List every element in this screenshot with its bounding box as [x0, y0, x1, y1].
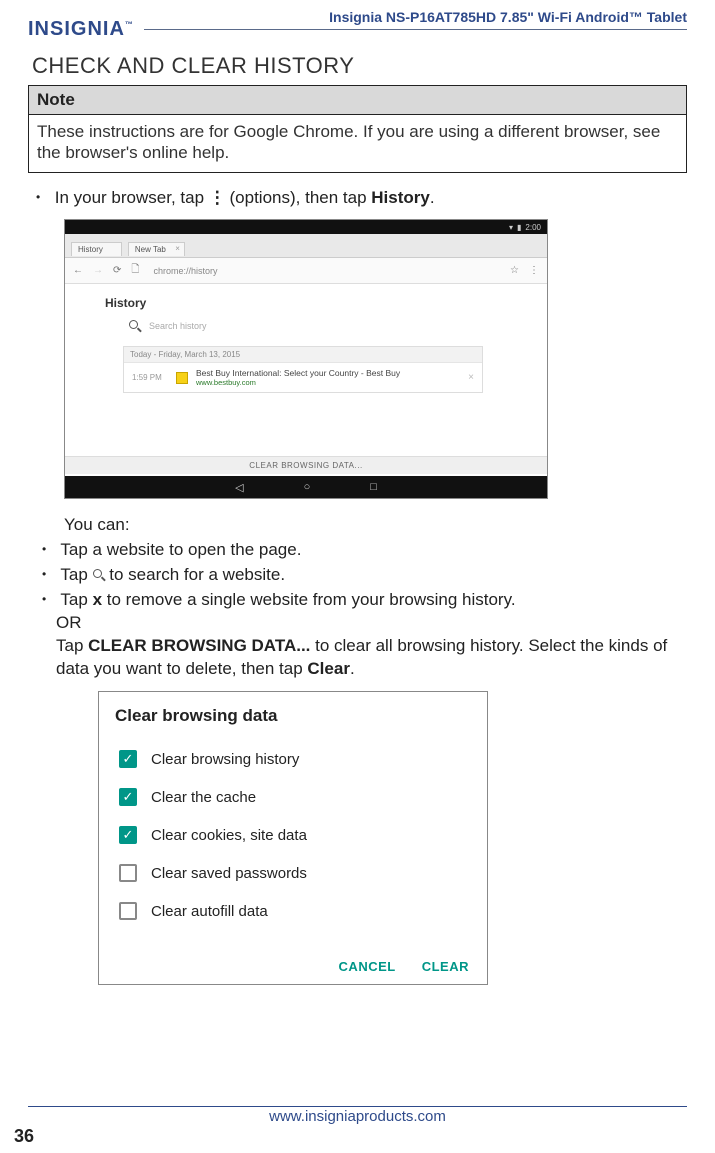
status-time: 2:00: [525, 223, 541, 232]
sub2-pre: Tap: [60, 565, 92, 584]
header-rule: Insignia NS-P16AT785HD 7.85" Wi-Fi Andro…: [144, 29, 687, 30]
checkbox-unchecked-icon[interactable]: [119, 902, 137, 920]
page-icon: 🗋: [131, 262, 139, 279]
sub2-post: to search for a website.: [105, 565, 285, 584]
list-item: Tap a website to open the page.: [56, 539, 687, 562]
sub3-x: x: [93, 590, 102, 609]
checkbox-label: Clear autofill data: [151, 903, 268, 920]
history-heading: History: [105, 296, 547, 310]
checkbox-label: Clear browsing history: [151, 751, 299, 768]
sub3-bold: CLEAR BROWSING DATA...: [88, 636, 310, 655]
tab-2-label: New Tab: [135, 245, 166, 254]
note-body: These instructions are for Google Chrome…: [29, 115, 686, 172]
browser-tab-bar: History New Tab ×: [65, 234, 547, 258]
logo-text: INSIGNIA: [28, 18, 125, 40]
step1-end: .: [430, 188, 435, 207]
checkbox-row-passwords[interactable]: Clear saved passwords: [115, 854, 471, 892]
checkbox-unchecked-icon[interactable]: [119, 864, 137, 882]
dialog-title: Clear browsing data: [115, 706, 471, 726]
checkbox-row-autofill[interactable]: Clear autofill data: [115, 892, 471, 930]
browser-tab[interactable]: New Tab ×: [128, 242, 185, 256]
browser-tab[interactable]: History: [71, 242, 122, 256]
sub3-clear: Clear: [307, 659, 350, 678]
cancel-button[interactable]: CANCEL: [339, 959, 396, 974]
logo-tm: ™: [125, 20, 134, 29]
sub3-pre: Tap: [60, 590, 92, 609]
search-icon: [93, 569, 105, 581]
step-item: In your browser, tap ⋮ (options), then t…: [50, 187, 687, 210]
footer-url: www.insigniaproducts.com: [0, 1108, 715, 1125]
wifi-icon: ▾: [509, 223, 513, 232]
android-nav-bar: ◁ ○ □: [65, 476, 547, 498]
brand-logo: INSIGNIA™: [28, 18, 134, 41]
step-list: In your browser, tap ⋮ (options), then t…: [28, 187, 687, 210]
sub3-l2-pre: Tap: [56, 636, 88, 655]
checkbox-row-cache[interactable]: ✓ Clear the cache: [115, 778, 471, 816]
clear-browsing-data-button[interactable]: CLEAR BROWSING DATA...: [65, 456, 547, 474]
history-content: History Search history Today - Friday, M…: [65, 284, 547, 393]
checkbox-label: Clear saved passwords: [151, 865, 307, 882]
step1-pre: In your browser, tap: [55, 188, 204, 207]
dialog-actions: CANCEL CLEAR: [339, 959, 469, 974]
android-status-bar: ▾ ▮ 2:00: [65, 220, 547, 234]
list-item: Tap x to remove a single website from yo…: [56, 589, 687, 681]
options-list: Tap a website to open the page. Tap to s…: [28, 539, 687, 681]
history-screenshot: ▾ ▮ 2:00 History New Tab × ← → ⟳ 🗋 chrom…: [64, 219, 548, 499]
section-title: CHECK AND CLEAR HISTORY: [32, 53, 687, 79]
entry-time: 1:59 PM: [132, 373, 168, 382]
checkbox-checked-icon[interactable]: ✓: [119, 826, 137, 844]
clear-dialog-screenshot: Clear browsing data ✓ Clear browsing his…: [98, 691, 488, 985]
sub3-mid: to remove a single website from your bro…: [102, 590, 516, 609]
history-group: Today - Friday, March 13, 2015 1:59 PM B…: [123, 346, 483, 393]
history-entry[interactable]: 1:59 PM Best Buy International: Select y…: [124, 363, 482, 392]
entry-title: Best Buy International: Select your Coun…: [196, 368, 400, 378]
footer-rule: [28, 1106, 687, 1107]
history-search-row[interactable]: Search history: [129, 320, 547, 332]
entry-remove-icon[interactable]: ×: [468, 372, 474, 383]
checkbox-checked-icon[interactable]: ✓: [119, 750, 137, 768]
entry-subtitle: www.bestbuy.com: [196, 378, 400, 387]
clear-button[interactable]: CLEAR: [422, 959, 469, 974]
checkbox-label: Clear the cache: [151, 789, 256, 806]
document-title: Insignia NS-P16AT785HD 7.85" Wi-Fi Andro…: [329, 9, 687, 25]
url-bar[interactable]: chrome://history: [149, 266, 500, 276]
step1-mid: (options), then tap: [225, 188, 371, 207]
tab-close-icon[interactable]: ×: [175, 244, 180, 253]
page-number: 36: [14, 1126, 34, 1147]
history-search-placeholder: Search history: [149, 321, 207, 331]
step1-bold: History: [371, 188, 430, 207]
nav-back-icon[interactable]: ◁: [235, 481, 243, 494]
reload-icon[interactable]: ⟳: [113, 265, 121, 276]
sub3-or: OR: [56, 613, 82, 632]
tab-1-label: History: [78, 245, 103, 254]
checkbox-checked-icon[interactable]: ✓: [119, 788, 137, 806]
checkbox-row-cookies[interactable]: ✓ Clear cookies, site data: [115, 816, 471, 854]
favicon-icon: [176, 372, 188, 384]
checkbox-row-history[interactable]: ✓ Clear browsing history: [115, 740, 471, 778]
browser-nav-bar: ← → ⟳ 🗋 chrome://history ☆ ⋮: [65, 258, 547, 284]
search-icon: [129, 320, 141, 332]
forward-icon[interactable]: →: [93, 265, 103, 276]
list-item: Tap to search for a website.: [56, 564, 687, 587]
sub3-end: .: [350, 659, 355, 678]
checkbox-label: Clear cookies, site data: [151, 827, 307, 844]
history-date-label: Today - Friday, March 13, 2015: [124, 347, 482, 363]
note-label: Note: [29, 86, 686, 115]
you-can-label: You can:: [64, 515, 687, 535]
options-icon: ⋮: [209, 188, 225, 207]
nav-home-icon[interactable]: ○: [304, 481, 311, 493]
star-icon[interactable]: ☆: [510, 265, 519, 276]
battery-icon: ▮: [517, 223, 521, 232]
nav-recent-icon[interactable]: □: [370, 481, 377, 493]
options-icon[interactable]: ⋮: [529, 265, 539, 276]
page-header: INSIGNIA™ Insignia NS-P16AT785HD 7.85" W…: [28, 18, 687, 41]
note-box: Note These instructions are for Google C…: [28, 85, 687, 173]
back-icon[interactable]: ←: [73, 265, 83, 276]
entry-text: Best Buy International: Select your Coun…: [196, 368, 400, 387]
sub1-text: Tap a website to open the page.: [60, 540, 301, 559]
